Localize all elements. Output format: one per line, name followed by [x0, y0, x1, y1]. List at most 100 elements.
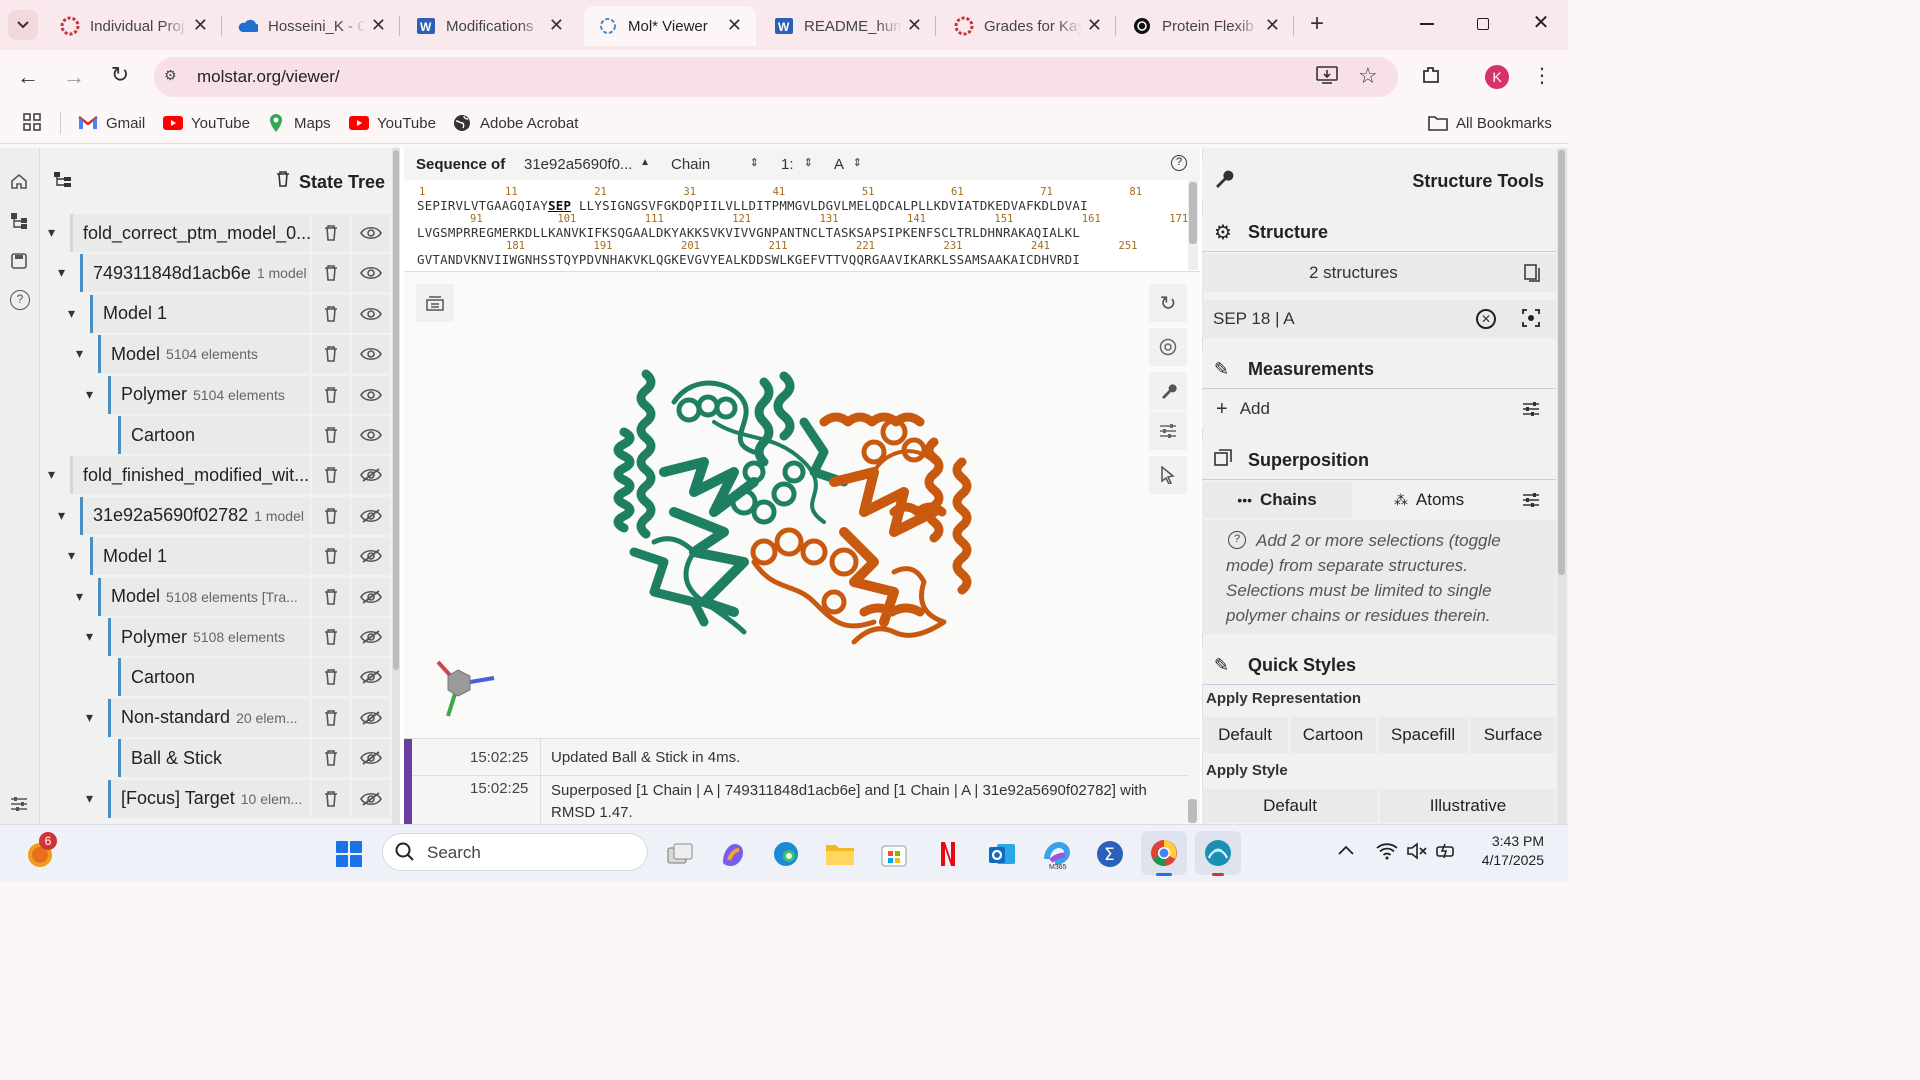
taskbar-search[interactable]: Search [382, 833, 648, 871]
right-panel-scrollbar[interactable] [1557, 148, 1567, 824]
add-measurement-row[interactable]: + Add [1202, 390, 1556, 428]
chrome-icon[interactable] [1141, 831, 1187, 875]
trash-icon[interactable] [312, 658, 350, 697]
expand-toggle-icon[interactable]: ▾ [58, 507, 65, 524]
store-icon[interactable] [876, 836, 912, 872]
minimize-button[interactable] [1412, 12, 1442, 36]
sigma-app-icon[interactable]: Σ [1092, 836, 1128, 872]
bookmark-youtube[interactable]: YouTube [163, 112, 250, 134]
apps-grid-icon[interactable] [22, 112, 42, 132]
wrench-icon[interactable] [1149, 372, 1187, 410]
rep-cartoon-button[interactable]: Cartoon [1290, 717, 1376, 753]
settings-sliders-icon[interactable] [1522, 401, 1540, 422]
state-tree-node[interactable]: Model 5104 elements [98, 335, 310, 374]
tree-view-icon[interactable] [54, 172, 72, 193]
bookmark-maps[interactable]: Maps [266, 112, 331, 134]
state-tree-icon[interactable] [10, 212, 30, 232]
state-tree-node[interactable]: fold_correct_ptm_model_0... [70, 214, 310, 252]
settings-sliders-icon[interactable] [10, 796, 30, 814]
expand-toggle-icon[interactable]: ▾ [76, 588, 83, 605]
trash-icon[interactable] [312, 294, 350, 333]
tab-protein-flexibility[interactable]: Protein Flexib ✕ [1118, 6, 1294, 46]
close-icon[interactable]: ✕ [1087, 15, 1102, 36]
sequence-entity-select[interactable]: 31e92a5690f0... ▲ [524, 156, 650, 173]
eye-icon[interactable] [352, 335, 390, 374]
structures-count-row[interactable]: 2 structures [1202, 254, 1556, 292]
back-button[interactable]: ← [14, 64, 42, 92]
trash-icon[interactable] [312, 577, 350, 616]
trash-icon[interactable] [312, 254, 350, 293]
eye-icon[interactable] [352, 416, 390, 454]
close-icon[interactable]: ✕ [1265, 15, 1280, 36]
battery-icon[interactable] [1436, 842, 1458, 865]
avatar[interactable]: K [1485, 65, 1509, 89]
clock-date[interactable]: 4/17/2025 [1470, 852, 1544, 868]
eye-icon[interactable] [352, 254, 390, 293]
clear-state-icon[interactable] [276, 170, 290, 193]
menu-icon[interactable]: ⋮ [1532, 64, 1552, 90]
bookmark-star-icon[interactable]: ☆ [1358, 63, 1378, 89]
protein-render[interactable] [594, 362, 1014, 652]
outlook-icon[interactable] [984, 836, 1020, 872]
trash-icon[interactable] [312, 779, 350, 818]
install-app-icon[interactable] [1316, 65, 1340, 89]
state-tree-node[interactable]: [Focus] Target 10 elem... [108, 779, 310, 818]
restore-button[interactable] [1468, 12, 1498, 36]
tab-chains[interactable]: ••• Chains [1202, 482, 1352, 518]
trash-icon[interactable] [312, 537, 350, 576]
home-icon[interactable] [10, 172, 30, 192]
clear-selection-icon[interactable]: ✕ [1476, 309, 1496, 329]
scrollbar[interactable] [392, 148, 400, 824]
expand-toggle-icon[interactable]: ▾ [86, 386, 93, 403]
expand-toggle-icon[interactable]: ▾ [86, 790, 93, 807]
eye-off-icon[interactable] [352, 537, 390, 576]
expand-toggle-icon[interactable]: ▾ [58, 264, 65, 281]
netflix-icon[interactable] [930, 836, 966, 872]
eye-off-icon[interactable] [352, 456, 390, 495]
sequence-scrollbar[interactable] [1188, 180, 1198, 270]
start-button[interactable] [331, 836, 367, 872]
tab-onedrive[interactable]: Hosseini_K - C ✕ [224, 6, 400, 46]
copilot-icon[interactable] [715, 836, 751, 872]
tab-molstar-viewer[interactable]: Mol* Viewer ✕ [584, 6, 756, 46]
tab-search-button[interactable] [8, 10, 38, 40]
eye-icon[interactable] [352, 214, 390, 252]
bookmark-adobe-acrobat[interactable]: Adobe Acrobat [452, 112, 578, 134]
style-illustrative-button[interactable]: Illustrative [1380, 789, 1556, 823]
trash-icon[interactable] [312, 214, 350, 252]
eye-off-icon[interactable] [352, 739, 390, 778]
state-tree-node[interactable]: Ball & Stick [118, 739, 310, 778]
sequence-line-1[interactable]: SEPIRVLVTGAAGQIAYSEP LLYSIGNGSVFGKDQPIIL… [417, 198, 1088, 213]
trash-icon[interactable] [312, 335, 350, 374]
wifi-icon[interactable] [1376, 842, 1398, 865]
all-bookmarks[interactable]: All Bookmarks [1428, 112, 1552, 134]
task-view-icon[interactable] [662, 836, 698, 872]
close-icon[interactable]: ✕ [549, 15, 564, 36]
state-tree-node[interactable]: Non-standard 20 elem... [108, 698, 310, 737]
trash-icon[interactable] [312, 698, 350, 737]
close-icon[interactable]: ✕ [193, 15, 208, 36]
help-icon[interactable]: ? [10, 290, 30, 310]
state-tree-node[interactable]: fold_finished_modified_wit... [70, 456, 310, 495]
volume-muted-icon[interactable] [1406, 842, 1428, 865]
eye-off-icon[interactable] [352, 496, 390, 535]
3d-viewport[interactable]: ↻ [404, 272, 1200, 738]
help-icon[interactable]: ? [1171, 155, 1187, 171]
file-explorer-icon[interactable] [822, 836, 858, 872]
tab-modifications[interactable]: W Modifications ✕ [402, 6, 578, 46]
settings-sliders-icon[interactable] [1149, 412, 1187, 450]
close-icon[interactable]: ✕ [727, 15, 742, 36]
show-hidden-icons[interactable] [1338, 842, 1358, 862]
sequence-model-select[interactable]: 1: ⇕ [781, 156, 813, 173]
close-icon[interactable]: ✕ [907, 15, 922, 36]
trash-icon[interactable] [312, 375, 350, 414]
state-tree-node[interactable]: Model 5108 elements [Tra... [98, 577, 310, 616]
save-icon[interactable] [10, 252, 30, 272]
eye-icon[interactable] [352, 375, 390, 414]
close-window-button[interactable]: ✕ [1526, 10, 1556, 38]
rep-default-button[interactable]: Default [1202, 717, 1288, 753]
rep-spacefill-button[interactable]: Spacefill [1378, 717, 1468, 753]
sequence-line-3[interactable]: GVTANDVKNVIIWGNHSSTQYPDVNHAKVKLQGKEVGVYE… [417, 252, 1080, 267]
quick-styles-section[interactable]: ✎ Quick Styles [1202, 647, 1556, 685]
eye-off-icon[interactable] [352, 698, 390, 737]
